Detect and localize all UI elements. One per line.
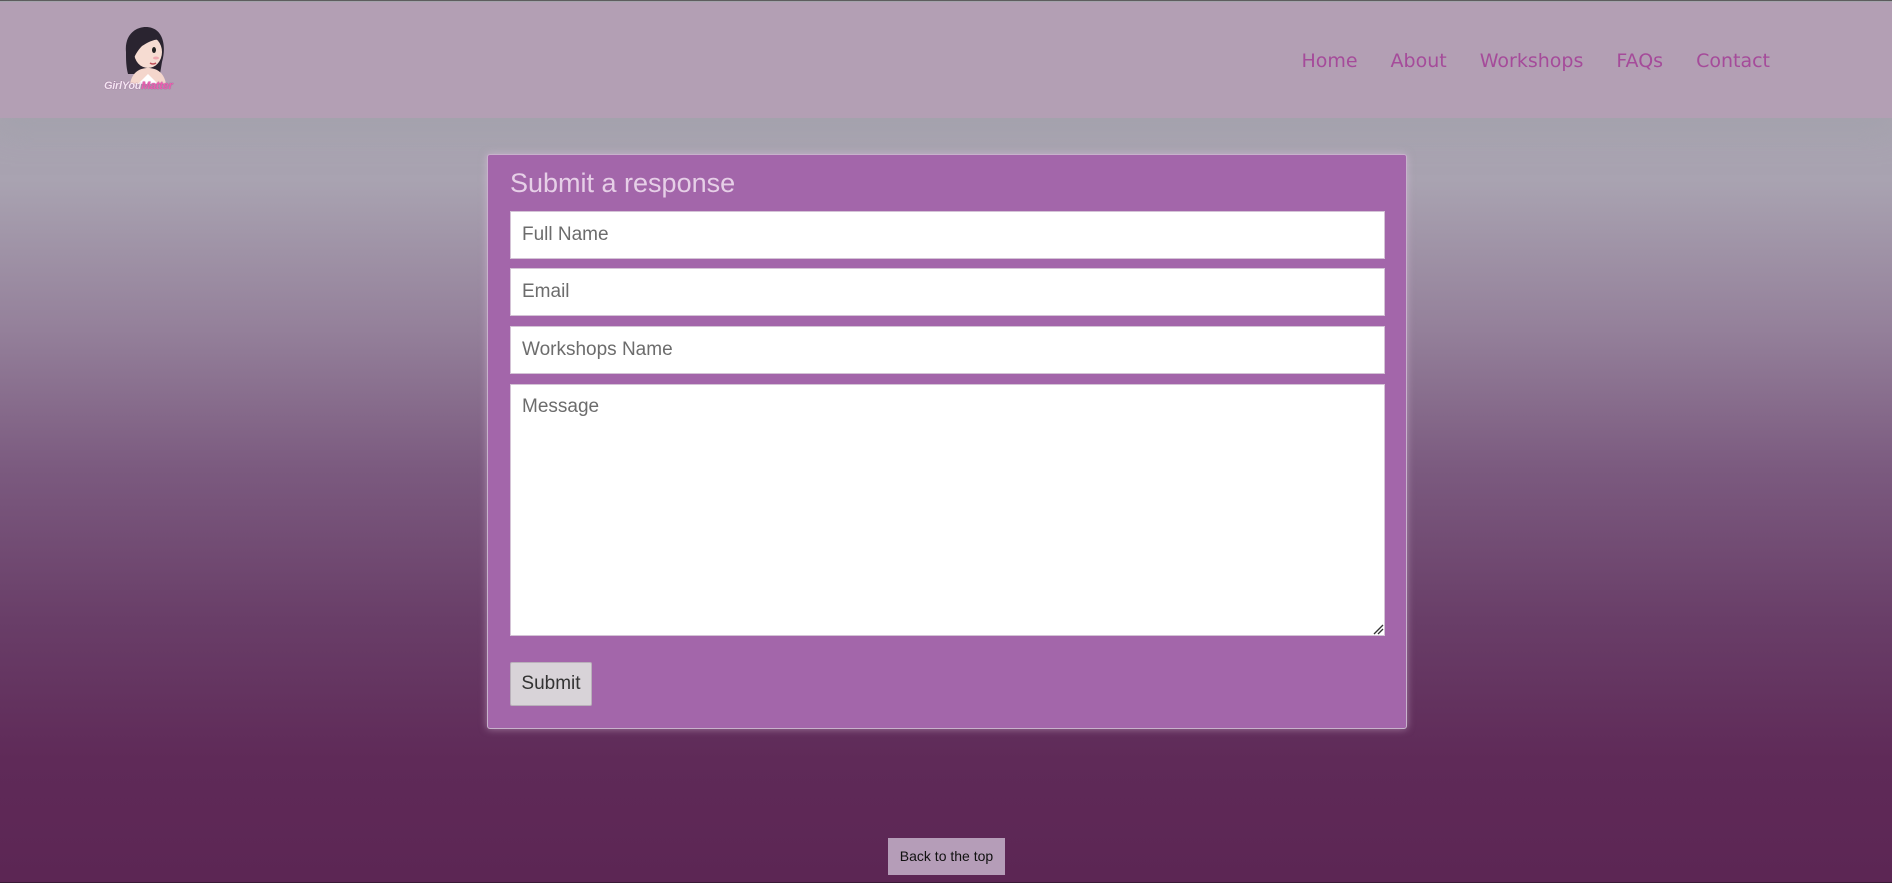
resize-grip-icon[interactable] bbox=[1372, 623, 1384, 635]
workshop-name-input[interactable] bbox=[510, 326, 1385, 374]
message-textarea[interactable] bbox=[510, 384, 1385, 636]
nav-contact-link[interactable]: Contact bbox=[1696, 47, 1770, 75]
brand-name: GirlYouMatter bbox=[104, 80, 173, 92]
email-input[interactable] bbox=[510, 268, 1385, 316]
nav-home-link[interactable]: Home bbox=[1301, 47, 1357, 75]
response-form-card: Submit a response Submit bbox=[487, 154, 1407, 729]
full-name-input[interactable] bbox=[510, 211, 1385, 259]
back-to-top-button[interactable]: Back to the top bbox=[888, 838, 1005, 875]
site-header: GirlYouMatter Home About Workshops FAQs … bbox=[0, 2, 1892, 118]
form-title: Submit a response bbox=[510, 168, 736, 198]
brand-logo[interactable]: GirlYouMatter bbox=[104, 22, 182, 102]
nav-faqs-link[interactable]: FAQs bbox=[1616, 47, 1663, 75]
submit-button[interactable]: Submit bbox=[510, 662, 592, 706]
nav-workshops-link[interactable]: Workshops bbox=[1480, 47, 1584, 75]
nav-about-link[interactable]: About bbox=[1391, 47, 1447, 75]
girl-avatar-icon bbox=[125, 27, 166, 84]
main-nav: Home About Workshops FAQs Contact bbox=[1268, 47, 1770, 75]
